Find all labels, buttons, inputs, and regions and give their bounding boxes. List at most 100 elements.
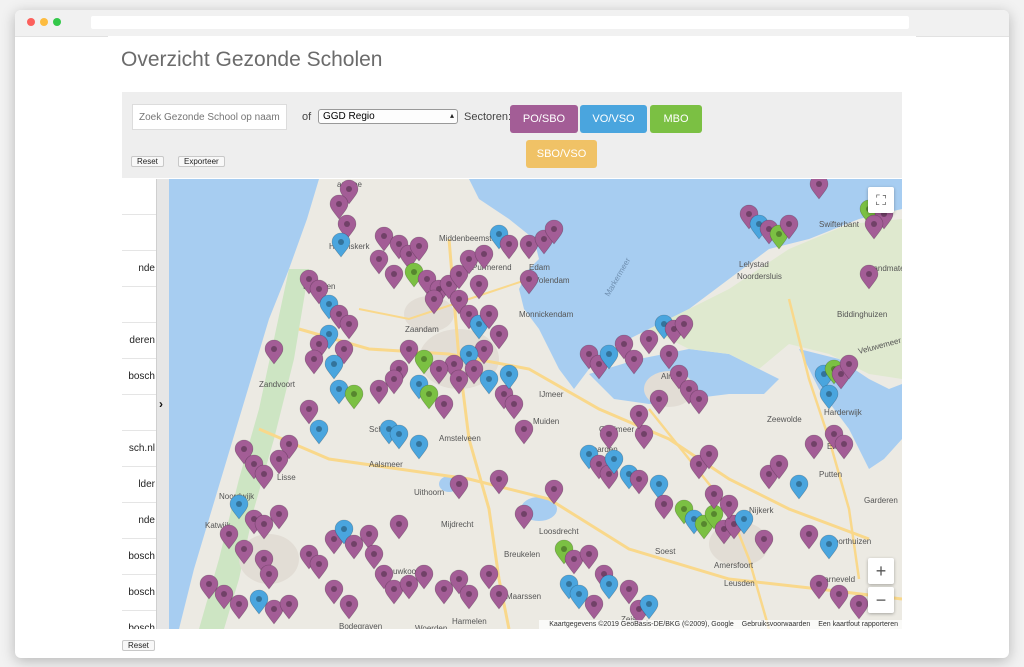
school-marker[interactable] xyxy=(304,349,324,375)
school-marker-dot xyxy=(346,601,352,607)
school-marker-dot xyxy=(816,581,822,587)
list-item[interactable]: nde xyxy=(122,503,156,539)
school-marker-dot xyxy=(411,269,417,275)
school-marker-dot xyxy=(741,516,747,522)
place-label: Zeewolde xyxy=(767,415,802,424)
school-map[interactable]: an Zee Middenbeemster Purmerend Edam Vol… xyxy=(169,179,902,629)
place-label: IJmeer xyxy=(539,390,564,399)
school-marker-dot xyxy=(381,571,387,577)
region-select-value: GGD Regio xyxy=(323,111,375,122)
list-item[interactable]: nde xyxy=(122,251,156,287)
school-marker-dot xyxy=(391,376,397,382)
place-label: Putten xyxy=(819,470,842,479)
school-marker-dot xyxy=(811,441,817,447)
of-label: of xyxy=(302,111,312,123)
list-item[interactable]: sch.nl xyxy=(122,431,156,467)
school-marker-dot xyxy=(476,281,482,287)
export-button[interactable]: Exporteer xyxy=(178,156,225,167)
school-marker-dot xyxy=(271,606,277,612)
school-marker[interactable] xyxy=(449,474,469,500)
school-marker-dot xyxy=(806,531,812,537)
sector-button-sbo-vso[interactable]: SBO/VSO xyxy=(526,140,597,168)
report-error-link[interactable]: Een kaartfout rapporteren xyxy=(818,621,898,628)
school-marker-dot xyxy=(366,531,372,537)
list-item[interactable]: bosch xyxy=(122,575,156,611)
school-marker-dot xyxy=(646,336,652,342)
place-label: Nijkerk xyxy=(749,506,774,515)
place-label: Leusden xyxy=(724,579,755,588)
school-marker-dot xyxy=(796,481,802,487)
school-marker-dot xyxy=(641,431,647,437)
zoom-in-button[interactable]: + xyxy=(868,558,894,584)
place-label: Harderwijk xyxy=(824,408,863,417)
list-item[interactable]: deren xyxy=(122,323,156,359)
school-marker-dot xyxy=(686,386,692,392)
list-item[interactable] xyxy=(122,287,156,323)
school-marker-dot xyxy=(838,371,844,377)
close-window-icon[interactable] xyxy=(27,18,35,26)
school-marker-dot xyxy=(351,391,357,397)
school-marker-dot xyxy=(261,521,267,527)
place-label: Harmelen xyxy=(452,617,487,626)
zoom-out-button[interactable]: − xyxy=(868,587,894,613)
chevron-right-icon: › xyxy=(159,397,163,411)
list-item[interactable] xyxy=(122,179,156,215)
school-marker-dot xyxy=(726,501,732,507)
school-marker-dot xyxy=(776,231,782,237)
page-title: Overzicht Gezonde Scholen xyxy=(121,48,383,71)
sector-button-po-sbo[interactable]: PO/SBO xyxy=(510,105,578,133)
school-marker-dot xyxy=(711,491,717,497)
school-marker-dot xyxy=(586,451,592,457)
school-marker-dot xyxy=(456,481,462,487)
school-marker[interactable] xyxy=(309,419,329,445)
place-label: Muiden xyxy=(533,417,559,426)
school-marker-dot xyxy=(331,586,337,592)
place-label: Amersfoort xyxy=(714,561,754,570)
school-marker-dot xyxy=(236,501,242,507)
school-marker-dot xyxy=(336,201,342,207)
maximize-window-icon[interactable] xyxy=(53,18,61,26)
address-bar[interactable] xyxy=(91,16,909,29)
school-marker-dot xyxy=(636,411,642,417)
school-marker-dot xyxy=(396,521,402,527)
fullscreen-icon[interactable]: ⛶ xyxy=(868,187,894,213)
school-marker-dot xyxy=(336,386,342,392)
school-marker-dot xyxy=(576,591,582,597)
school-marker-dot xyxy=(266,571,272,577)
school-marker-dot xyxy=(466,256,472,262)
school-marker-dot xyxy=(476,321,482,327)
place-label: Lisse xyxy=(277,473,296,482)
map-canvas: an Zee Middenbeemster Purmerend Edam Vol… xyxy=(169,179,902,629)
school-marker-dot xyxy=(391,586,397,592)
region-select[interactable]: GGD Regio ▴ xyxy=(318,109,458,124)
list-item[interactable] xyxy=(122,395,156,431)
school-marker-dot xyxy=(316,286,322,292)
sector-button-vo-vso[interactable]: VO/VSO xyxy=(580,105,647,133)
list-item[interactable]: bosch xyxy=(122,359,156,395)
school-marker-dot xyxy=(341,526,347,532)
page-content: Overzicht Gezonde Scholen of GGD Regio ▴… xyxy=(108,36,916,658)
school-marker[interactable] xyxy=(449,369,469,395)
reset-button-bottom[interactable]: Reset xyxy=(122,640,155,651)
list-item[interactable] xyxy=(122,215,156,251)
school-marker-dot xyxy=(466,351,472,357)
place-label: Zandvoort xyxy=(259,380,296,389)
school-marker-dot xyxy=(344,221,350,227)
search-input[interactable] xyxy=(132,104,287,130)
place-label: Woerden xyxy=(415,624,447,629)
list-item[interactable]: bosch xyxy=(122,611,156,629)
terms-link[interactable]: Gebruiksvoorwaarden xyxy=(742,621,810,628)
school-marker[interactable] xyxy=(309,554,329,580)
list-item[interactable]: lder xyxy=(122,467,156,503)
school-marker-dot xyxy=(471,366,477,372)
minimize-window-icon[interactable] xyxy=(40,18,48,26)
sector-button-mbo[interactable]: MBO xyxy=(650,105,702,133)
reset-button[interactable]: Reset xyxy=(131,156,164,167)
school-marker-dot xyxy=(566,581,572,587)
school-marker-dot xyxy=(696,461,702,467)
school-marker-dot xyxy=(276,511,282,517)
school-marker-dot xyxy=(826,391,832,397)
list-item[interactable]: bosch xyxy=(122,539,156,575)
school-marker-dot xyxy=(541,236,547,242)
place-label: Mijdrecht xyxy=(441,520,474,529)
